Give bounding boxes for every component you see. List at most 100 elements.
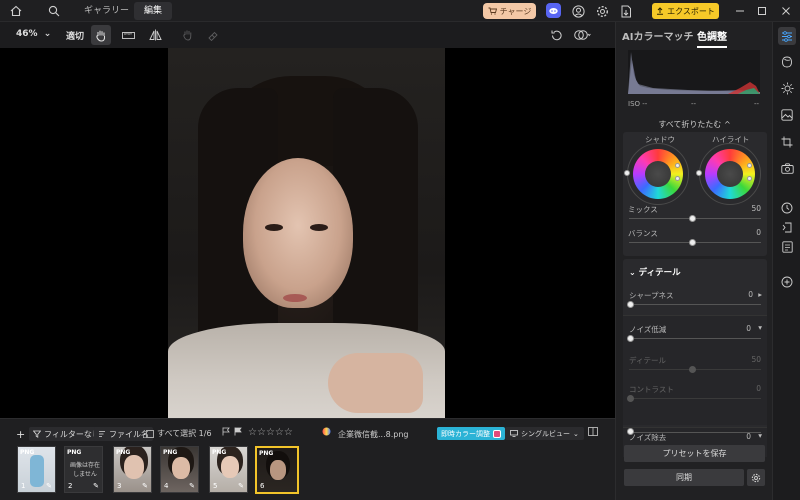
color-label-icon[interactable] (322, 427, 331, 436)
highlight-sat-handle[interactable] (747, 176, 752, 181)
thumbnail[interactable]: PNG 3 ✎ (113, 446, 152, 493)
noise-reduction-slider-track[interactable] (629, 338, 761, 339)
zoom-value: 46% (16, 29, 38, 39)
camera-icon[interactable] (778, 159, 796, 177)
tab-edit[interactable]: 編集 (134, 2, 173, 20)
filter-dropdown[interactable]: フィルターなし (29, 427, 104, 441)
view-mode-dropdown[interactable]: シングルビュー ⌄ (505, 427, 584, 440)
crop-icon[interactable] (778, 133, 796, 151)
add-plus-circle-icon[interactable] (778, 273, 796, 291)
expand-arrow-icon[interactable]: ▸ (758, 290, 762, 299)
chevron-down-icon: ⌄ (573, 429, 579, 438)
star-icon[interactable]: ☆ (257, 427, 266, 438)
highlight-color-wheel[interactable] (705, 149, 755, 199)
zoom-dropdown[interactable]: 46% ⌄ (16, 29, 51, 39)
star-icon[interactable]: ☆ (284, 427, 293, 438)
charge-button[interactable]: チャージ (483, 3, 536, 19)
plus-icon: + (16, 427, 26, 441)
denoise-value: 0 (746, 432, 751, 441)
highlight-hue-handle[interactable] (747, 163, 752, 168)
sharpness-slider-handle[interactable] (627, 301, 634, 308)
add-image-button[interactable]: + (12, 427, 29, 441)
shadow-wheel-handle[interactable] (624, 170, 630, 176)
sharpness-label: シャープネス (629, 291, 674, 300)
star-icon[interactable]: ☆ (266, 427, 275, 438)
expand-panel-icon[interactable] (778, 218, 796, 236)
chevron-down-icon: ⌄ (629, 268, 636, 277)
adjust-sliders-icon[interactable] (778, 27, 796, 45)
realtime-color-toggle[interactable]: 即時カラー調整 (437, 427, 505, 440)
ruler-icon[interactable] (118, 25, 138, 45)
top-bar: ギャラリー 編集 チャージ エクスポート (0, 0, 800, 22)
compare-split-icon[interactable] (145, 25, 165, 45)
maximize-icon[interactable] (755, 3, 769, 19)
chevron-down-icon[interactable]: ▾ (758, 323, 762, 332)
panel-toggle-icon[interactable] (588, 427, 598, 436)
thumbnail[interactable]: PNG 1 ✎ (17, 446, 56, 493)
discord-icon[interactable] (546, 3, 561, 18)
close-icon[interactable] (779, 3, 793, 19)
reject-flag-icon[interactable] (234, 427, 242, 436)
edit-pencil-icon: ✎ (189, 482, 195, 490)
filter-label: フィルターなし (44, 429, 100, 439)
chevron-down-icon: ⌄ (43, 29, 52, 39)
account-icon[interactable] (570, 3, 586, 19)
flag-icon[interactable] (222, 427, 230, 436)
tab-ai-color-match[interactable]: AIカラーマッチ (622, 28, 693, 43)
hand-tool-icon[interactable] (91, 25, 111, 45)
thumbnail[interactable]: PNG 画像は存在しません 2 ✎ (64, 446, 103, 493)
history-clock-icon[interactable] (778, 199, 796, 217)
settings-gear-icon[interactable] (594, 3, 610, 19)
mix-slider-handle[interactable] (689, 215, 696, 222)
denoise-slider-track[interactable] (629, 432, 761, 433)
shadow-sat-handle[interactable] (675, 176, 680, 181)
search-icon[interactable] (46, 3, 62, 19)
balance-slider-handle[interactable] (689, 239, 696, 246)
shadow-color-wheel[interactable] (633, 149, 683, 199)
tab-color-adjust[interactable]: 色調整 (697, 28, 727, 48)
shadow-hue-handle[interactable] (675, 163, 680, 168)
star-icon[interactable]: ☆ (248, 427, 257, 438)
eraser-icon[interactable] (203, 25, 223, 45)
star-icon[interactable]: ☆ (275, 427, 284, 438)
format-badge: PNG (67, 449, 82, 456)
thumbnail-selected[interactable]: PNG 6 (255, 446, 299, 494)
sort-dropdown[interactable]: ファイル名 (94, 427, 153, 441)
tool-rail (772, 22, 800, 500)
thumbnail[interactable]: PNG 4 ✎ (160, 446, 199, 493)
thumbnail-number: 4 (164, 482, 169, 490)
retouch-hand-icon[interactable] (177, 25, 197, 45)
noise-reduction-slider-handle[interactable] (627, 335, 634, 342)
exif-value: -- (754, 100, 760, 108)
sharpness-slider-track[interactable] (629, 304, 761, 305)
format-badge: PNG (212, 449, 227, 456)
minimize-icon[interactable] (733, 3, 747, 19)
thumbnail-number: 6 (260, 482, 265, 490)
sync-button[interactable]: 同期 (624, 469, 744, 486)
home-icon[interactable] (8, 3, 24, 19)
swap-icon (493, 429, 501, 438)
presets-list-icon[interactable] (778, 238, 796, 256)
export-button[interactable]: エクスポート (652, 3, 719, 19)
select-all-label: すべて選択 1/6 (157, 429, 212, 438)
face-retouch-icon[interactable] (778, 53, 796, 71)
overlay-toggle-icon[interactable] (572, 25, 592, 45)
sync-settings-icon[interactable] (747, 469, 765, 486)
reset-icon[interactable] (546, 25, 566, 45)
edit-pencil-icon: ✎ (46, 482, 52, 490)
denoise-slider-handle[interactable] (627, 428, 634, 435)
light-sun-icon[interactable] (778, 79, 796, 97)
image-edit-icon[interactable] (778, 106, 796, 124)
star-rating[interactable]: ☆☆☆☆☆ (248, 427, 293, 438)
select-all-checkbox[interactable]: すべて選択 1/6 (146, 428, 212, 439)
save-preset-button[interactable]: プリセットを保存 (624, 445, 765, 462)
fit-button[interactable]: 適切 (66, 29, 84, 42)
tab-gallery[interactable]: ギャラリー (74, 2, 139, 20)
detail-section-header[interactable]: ⌄ ディテール (629, 266, 681, 278)
collapse-all-button[interactable]: すべて折りたたむ ^ (616, 119, 773, 130)
image-canvas[interactable] (0, 48, 615, 418)
thumbnail[interactable]: PNG 5 ✎ (209, 446, 248, 493)
highlight-wheel-handle[interactable] (696, 170, 702, 176)
noise-detail-label: ディテール (629, 356, 666, 365)
import-icon[interactable] (618, 3, 634, 19)
